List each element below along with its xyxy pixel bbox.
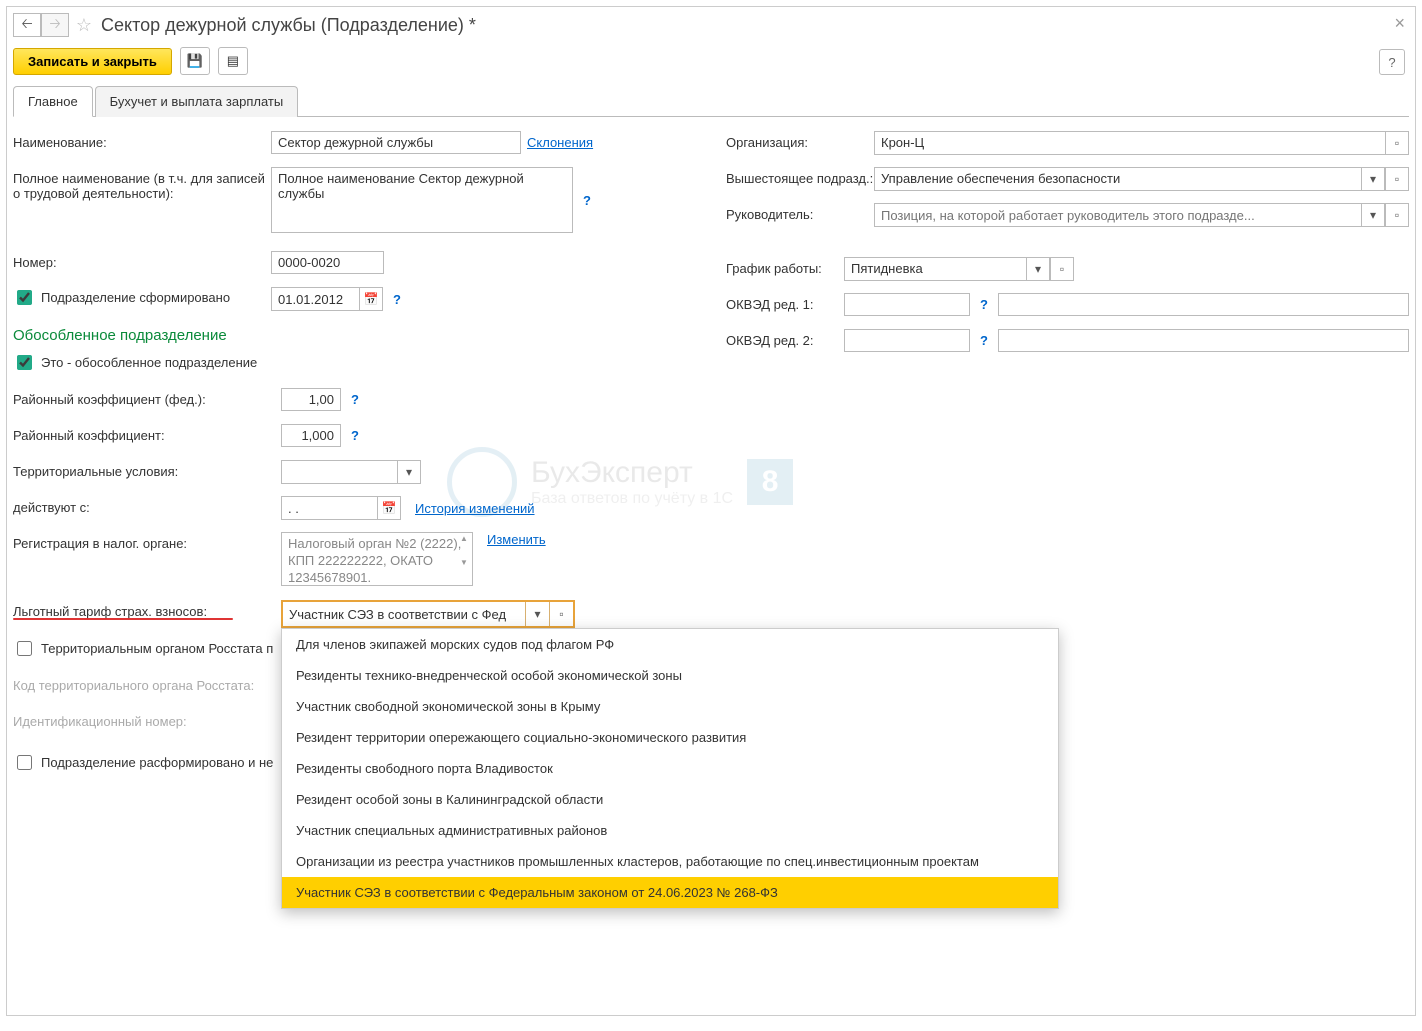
okved2-help-icon[interactable]: ? [976,333,992,348]
tariff-dropdown-icon[interactable]: ▾ [525,602,549,626]
rosstat-checkbox[interactable] [17,641,32,656]
head-dropdown-icon[interactable]: ▾ [1361,203,1385,227]
okved2-label: ОКВЭД ред. 2: [726,329,844,348]
change-link[interactable]: Изменить [487,532,546,547]
tariff-dropdown[interactable]: Для членов экипажей морских судов под фл… [281,628,1059,909]
fullname-textarea[interactable] [271,167,573,233]
disbanded-label: Подразделение расформировано и не [41,755,273,770]
calendar-icon[interactable]: 📅 [359,287,383,311]
valid-from-input[interactable] [281,496,377,520]
terr-label: Территориальные условия: [13,460,281,479]
tariff-open-icon[interactable]: ▫ [549,602,573,626]
declensions-link[interactable]: Склонения [527,135,593,150]
tab-accounting[interactable]: Бухучет и выплата зарплаты [95,86,299,117]
name-input[interactable] [271,131,521,154]
tariff-option[interactable]: Организации из реестра участников промыш… [282,846,1058,877]
parent-label: Вышестоящее подразд.: [726,167,874,186]
formed-label: Подразделение сформировано [41,290,230,305]
org-field[interactable]: Крон-Ц [874,131,1385,155]
okved2-text-input[interactable] [998,329,1409,352]
tariff-option[interactable]: Для членов экипажей морских судов под фл… [282,629,1058,660]
red-underline [13,618,233,620]
separate-section-header: Обособленное подразделение [13,327,696,344]
schedule-dropdown-icon[interactable]: ▾ [1026,257,1050,281]
schedule-field[interactable]: Пятидневка [844,257,1026,281]
org-open-icon[interactable]: ▫ [1385,131,1409,155]
save-close-button[interactable]: Записать и закрыть [13,48,172,75]
fullname-help-icon[interactable]: ? [579,193,595,208]
valid-from-calendar-icon[interactable]: 📅 [377,496,401,520]
fullname-label: Полное наименование (в т.ч. для записей … [13,167,271,201]
district-input[interactable] [281,424,341,447]
schedule-open-icon[interactable]: ▫ [1050,257,1074,281]
history-link[interactable]: История изменений [415,501,535,516]
okved1-label: ОКВЭД ред. 1: [726,293,844,312]
page-title: Сектор дежурной службы (Подразделение) * [101,15,476,36]
tariff-label: Льготный тариф страх. взносов: [13,600,281,619]
tariff-input[interactable] [283,602,525,626]
tax-reg-label: Регистрация в налог. органе: [13,532,281,551]
formed-checkbox[interactable] [17,290,32,305]
district-fed-help-icon[interactable]: ? [347,392,363,407]
head-field[interactable] [874,203,1361,227]
list-icon: ▤ [227,53,239,69]
okved1-help-icon[interactable]: ? [976,297,992,312]
tariff-combo[interactable]: ▾ ▫ [281,600,575,628]
formed-help-icon[interactable]: ? [389,292,405,307]
formed-date-input[interactable] [271,287,359,311]
parent-field[interactable]: Управление обеспечения безопасности [874,167,1361,191]
floppy-icon: 💾 [187,53,203,69]
terr-select[interactable] [281,460,397,484]
ident-label: Идентификационный номер: [13,710,303,729]
spinner-down-icon[interactable]: ▼ [458,559,470,583]
district-help-icon[interactable]: ? [347,428,363,443]
tab-main[interactable]: Главное [13,86,93,117]
name-label: Наименование: [13,131,271,150]
okved2-code-input[interactable] [844,329,970,352]
district-fed-input[interactable] [281,388,341,411]
parent-dropdown-icon[interactable]: ▾ [1361,167,1385,191]
tariff-option[interactable]: Резиденты технико-внедренческой особой э… [282,660,1058,691]
tariff-option[interactable]: Участник СЭЗ в соответствии с Федеральны… [282,877,1058,908]
help-button[interactable]: ? [1379,49,1405,75]
favorite-star-icon[interactable]: ☆ [73,14,95,36]
nav-forward-button[interactable]: 🡢 [41,13,69,37]
spinner-up-icon[interactable]: ▲ [458,535,470,559]
valid-from-label: действуют с: [13,496,281,515]
tariff-option[interactable]: Резидент территории опережающего социаль… [282,722,1058,753]
tax-reg-value: Налоговый орган №2 (2222), КПП 222222222… [288,536,461,585]
disbanded-checkbox[interactable] [17,755,32,770]
number-label: Номер: [13,251,271,270]
parent-open-icon[interactable]: ▫ [1385,167,1409,191]
org-label: Организация: [726,131,874,150]
district-fed-label: Районный коэффициент (фед.): [13,388,281,407]
tax-reg-box: Налоговый орган №2 (2222), КПП 222222222… [281,532,473,586]
head-label: Руководитель: [726,203,874,222]
rosstat-checkbox-label: Территориальным органом Росстата п [41,641,273,656]
separate-label: Это - обособленное подразделение [41,355,257,370]
tariff-option[interactable]: Резиденты свободного порта Владивосток [282,753,1058,784]
okved1-text-input[interactable] [998,293,1409,316]
schedule-label: График работы: [726,257,844,276]
okved1-code-input[interactable] [844,293,970,316]
tariff-option[interactable]: Участник специальных административных ра… [282,815,1058,846]
head-open-icon[interactable]: ▫ [1385,203,1409,227]
tariff-option[interactable]: Резидент особой зоны в Калининградской о… [282,784,1058,815]
save-button[interactable]: 💾 [180,47,210,75]
district-label: Районный коэффициент: [13,424,281,443]
separate-checkbox[interactable] [17,355,32,370]
terr-dropdown-icon[interactable]: ▾ [397,460,421,484]
close-icon[interactable]: × [1394,13,1405,34]
rosstat-code-label: Код территориального органа Росстата: [13,674,303,693]
list-button[interactable]: ▤ [218,47,248,75]
number-input[interactable] [271,251,384,274]
tariff-option[interactable]: Участник свободной экономической зоны в … [282,691,1058,722]
nav-back-button[interactable]: 🡠 [13,13,41,37]
